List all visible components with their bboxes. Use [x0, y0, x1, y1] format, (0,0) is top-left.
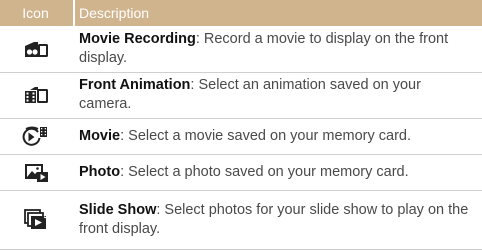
row-text: : Select a photo saved on your memory ca… [120, 163, 409, 180]
slide-show-icon [0, 191, 71, 248]
table-row: Movie: Select a movie saved on your memo… [0, 119, 482, 153]
row-description: Movie: Select a movie saved on your memo… [79, 119, 477, 153]
icon-description-table: Icon Description Movie Recording: Record… [0, 0, 482, 250]
front-animation-icon [0, 73, 71, 117]
row-title: Movie [79, 127, 121, 144]
row-title: Slide Show [79, 201, 157, 218]
row-title: Movie Recording [79, 31, 196, 47]
row-description: Movie Recording: Record a movie to displ… [79, 27, 477, 71]
row-description: Front Animation: Select an animation sav… [79, 73, 477, 117]
header-description-label: Description [79, 5, 150, 21]
table-header: Icon Description [0, 0, 482, 26]
header-icon-label: Icon [22, 5, 49, 21]
table-row: Slide Show: Select photos for your slide… [0, 191, 482, 248]
header-separator [73, 0, 75, 26]
table-row: Photo: Select a photo saved on your memo… [0, 155, 482, 189]
photo-icon [0, 155, 71, 189]
movie-recording-icon [0, 27, 71, 71]
row-description: Slide Show: Select photos for your slide… [79, 191, 477, 248]
row-title: Front Animation [79, 77, 191, 93]
row-title: Photo [79, 163, 121, 180]
movie-icon [0, 119, 71, 153]
table-row: Movie Recording: Record a movie to displ… [0, 27, 482, 71]
table-row: Front Animation: Select an animation sav… [0, 73, 482, 117]
row-text: : Select a movie saved on your memory ca… [120, 127, 412, 144]
row-description: Photo: Select a photo saved on your memo… [79, 155, 477, 189]
